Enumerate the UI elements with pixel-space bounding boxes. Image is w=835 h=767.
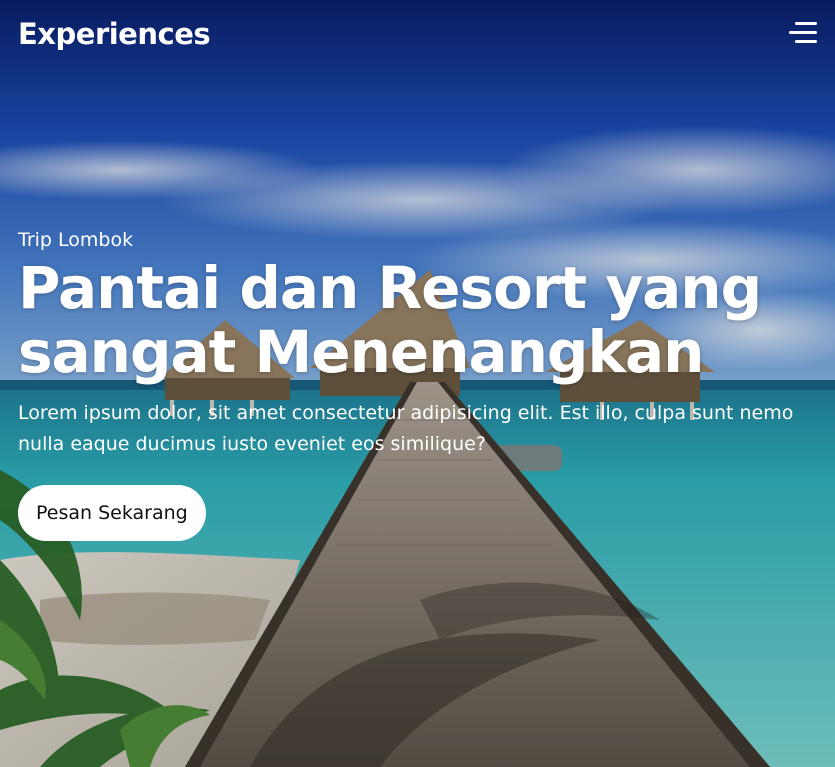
site-logo[interactable]: Experiences	[18, 14, 211, 54]
navbar: Experiences	[0, 0, 835, 70]
hero-section: Experiences Trip Lombok Pantai dan Resor…	[0, 0, 835, 767]
hero-content: Trip Lombok Pantai dan Resort yang sanga…	[18, 226, 808, 541]
hamburger-menu-icon[interactable]	[789, 20, 817, 46]
hero-eyebrow: Trip Lombok	[18, 229, 134, 251]
hero-description: Lorem ipsum dolor, sit amet consectetur …	[18, 402, 794, 455]
hero-headline: Pantai dan Resort yang sangat Menenangka…	[18, 254, 762, 386]
book-now-button[interactable]: Pesan Sekarang	[18, 485, 206, 541]
